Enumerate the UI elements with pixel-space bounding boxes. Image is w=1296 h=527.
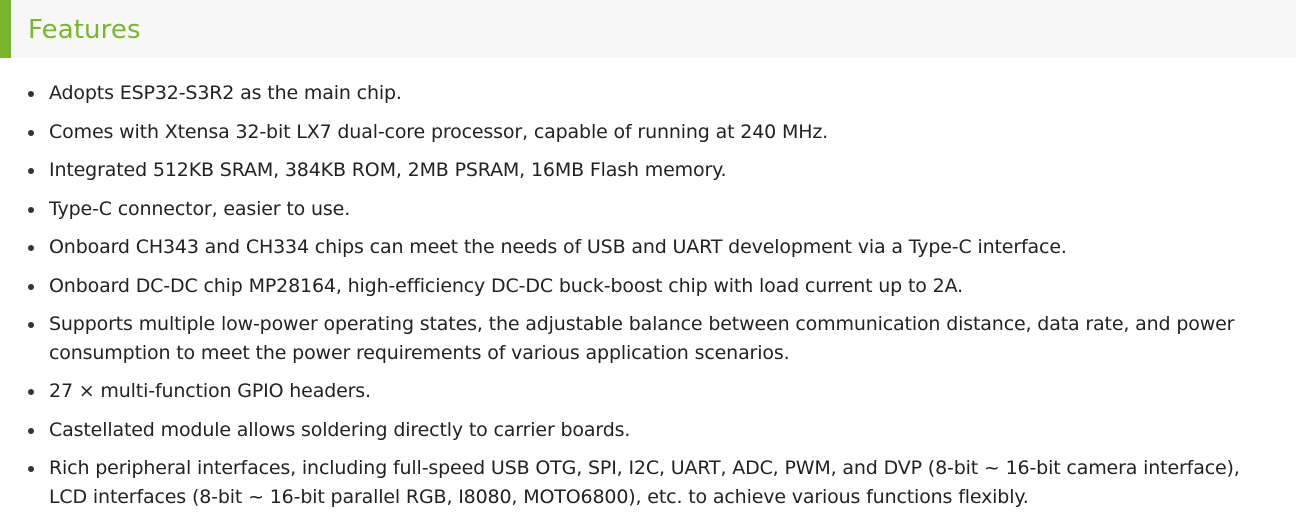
list-item: Integrated 512KB SRAM, 384KB ROM, 2MB PS… (0, 156, 1296, 185)
list-item: Onboard CH343 and CH334 chips can meet t… (0, 233, 1296, 262)
list-item: Rich peripheral interfaces, including fu… (0, 454, 1296, 511)
list-item: Adopts ESP32-S3R2 as the main chip. (0, 79, 1296, 108)
feature-text: Rich peripheral interfaces, including fu… (49, 457, 1240, 508)
feature-text: Supports multiple low-power operating st… (49, 313, 1235, 364)
bullet-icon (28, 206, 34, 213)
feature-text: Castellated module allows soldering dire… (49, 418, 631, 441)
bullet-icon (28, 322, 34, 328)
feature-text: Type-C connector, easier to use. (49, 197, 351, 220)
section-header: Features (0, 0, 1296, 58)
section-title: Features (28, 15, 141, 45)
feature-text: Integrated 512KB SRAM, 384KB ROM, 2MB PS… (49, 159, 727, 181)
bullet-icon (28, 245, 34, 251)
bullet-icon (28, 389, 34, 395)
list-item: Onboard DC-DC chip MP28164, high-efficie… (0, 272, 1296, 301)
bullet-icon (28, 427, 34, 434)
feature-text: 27 × multi-function GPIO headers. (49, 380, 371, 402)
feature-text: Onboard DC-DC chip MP28164, high-efficie… (49, 274, 963, 297)
list-item: Castellated module allows soldering dire… (0, 416, 1296, 445)
list-item: 27 × multi-function GPIO headers. (0, 377, 1296, 406)
bullet-icon (28, 91, 34, 97)
feature-text: Onboard CH343 and CH334 chips can meet t… (49, 236, 1067, 258)
bullet-icon (28, 283, 34, 290)
bullet-icon (28, 466, 34, 472)
feature-list: Adopts ESP32-S3R2 as the main chip. Come… (0, 79, 1296, 521)
list-item: Comes with Xtensa 32-bit LX7 dual-core p… (0, 118, 1296, 147)
list-item: Supports multiple low-power operating st… (0, 310, 1296, 367)
list-item: Type-C connector, easier to use. (0, 195, 1296, 224)
feature-text: Comes with Xtensa 32-bit LX7 dual-core p… (49, 120, 829, 143)
bullet-icon (28, 168, 34, 174)
feature-text: Adopts ESP32-S3R2 as the main chip. (49, 82, 402, 104)
bullet-icon (28, 129, 34, 136)
